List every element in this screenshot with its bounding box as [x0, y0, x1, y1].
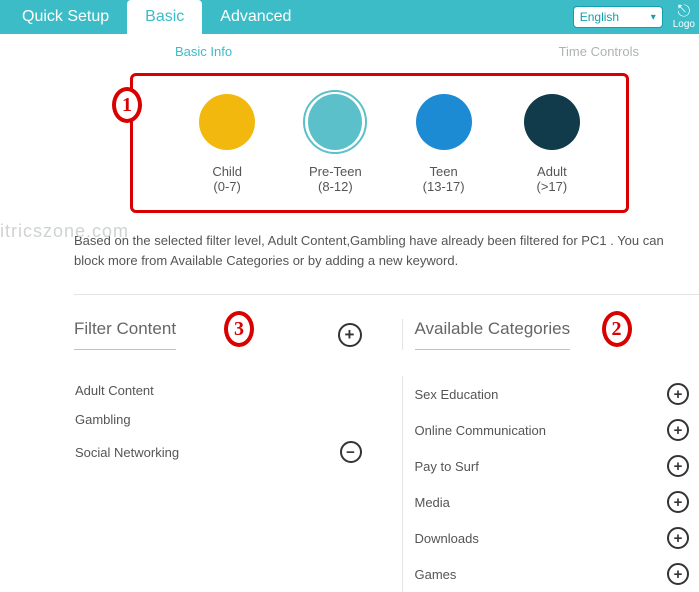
available-item: Online Communication +: [402, 412, 699, 448]
subtab-time-controls[interactable]: Time Controls: [559, 44, 639, 59]
tab-quick-setup[interactable]: Quick Setup: [4, 0, 127, 34]
profile-age-range: (>17): [502, 179, 602, 194]
age-profile-selector: Child(0-7)Pre-Teen(8-12)Teen(13-17)Adult…: [130, 73, 629, 213]
profile-name: Teen: [394, 164, 494, 179]
profile-age-range: (0-7): [177, 179, 277, 194]
annotation-badge-3: 3: [224, 311, 254, 347]
available-item: Pay to Surf +: [402, 448, 699, 484]
filter-item-label: Social Networking: [75, 445, 179, 460]
available-item-label: Online Communication: [415, 423, 547, 438]
tab-basic[interactable]: Basic: [127, 0, 202, 34]
profile-color-circle: [416, 94, 472, 150]
annotation-badge-2: 2: [602, 311, 632, 347]
filter-content-column: 3 Filter Content + Adult ContentGambling…: [74, 319, 372, 592]
logout-button[interactable]: ⎋ Logo: [673, 4, 695, 30]
chevron-down-icon: ▾: [651, 12, 656, 23]
profile-color-circle: [199, 94, 255, 150]
logout-icon: ⎋: [673, 4, 695, 20]
content-area: itricszone.com 1 Child(0-7)Pre-Teen(8-12…: [0, 73, 699, 592]
profile-color-circle: [524, 94, 580, 150]
add-category-button[interactable]: +: [667, 491, 689, 513]
filter-item: Gambling: [74, 405, 372, 434]
subtab-basic-info[interactable]: Basic Info: [175, 44, 232, 59]
add-filter-button[interactable]: +: [338, 323, 362, 347]
annotation-badge-1: 1: [112, 87, 142, 123]
filter-item-label: Adult Content: [75, 383, 154, 398]
available-categories-column: 2 Available Categories Sex Education+Onl…: [402, 319, 699, 592]
add-category-button[interactable]: +: [667, 455, 689, 477]
available-item-label: Sex Education: [415, 387, 499, 402]
add-category-button[interactable]: +: [667, 419, 689, 441]
available-item-label: Pay to Surf: [415, 459, 479, 474]
filter-item-label: Gambling: [75, 412, 131, 427]
logout-label: Logo: [673, 19, 695, 30]
remove-filter-button[interactable]: −: [340, 441, 362, 463]
profile-name: Pre-Teen: [285, 164, 385, 179]
age-profile-child[interactable]: Child(0-7): [177, 90, 277, 194]
top-bar: Quick Setup Basic Advanced English ▾ ⎋ L…: [0, 0, 699, 34]
profile-name: Adult: [502, 164, 602, 179]
tab-advanced[interactable]: Advanced: [202, 0, 309, 34]
available-item-label: Media: [415, 495, 450, 510]
language-select[interactable]: English ▾: [573, 6, 663, 28]
available-item: Media +: [402, 484, 699, 520]
sub-tabs: Basic Info Time Controls: [0, 34, 699, 63]
profile-color-circle: [308, 94, 362, 150]
available-item: Downloads +: [402, 520, 699, 556]
language-value: English: [580, 10, 619, 24]
add-category-button[interactable]: +: [667, 563, 689, 585]
age-profile-adult[interactable]: Adult(>17): [502, 90, 602, 194]
primary-tabs: Quick Setup Basic Advanced: [0, 0, 309, 34]
available-item: Sex Education +: [402, 376, 699, 412]
available-item-label: Games: [415, 567, 457, 582]
filter-description: Based on the selected filter level, Adul…: [74, 231, 699, 270]
age-profile-pre-teen[interactable]: Pre-Teen(8-12): [285, 90, 385, 194]
profile-name: Child: [177, 164, 277, 179]
filter-item: Adult Content: [74, 376, 372, 405]
profile-age-range: (13-17): [394, 179, 494, 194]
profile-age-range: (8-12): [285, 179, 385, 194]
filter-item: Social Networking −: [74, 434, 372, 470]
filter-content-title: Filter Content: [74, 319, 176, 350]
age-profile-teen[interactable]: Teen(13-17): [394, 90, 494, 194]
available-item: Games +: [402, 556, 699, 592]
add-category-button[interactable]: +: [667, 527, 689, 549]
available-item-label: Downloads: [415, 531, 479, 546]
available-categories-title: Available Categories: [415, 319, 571, 350]
add-category-button[interactable]: +: [667, 383, 689, 405]
